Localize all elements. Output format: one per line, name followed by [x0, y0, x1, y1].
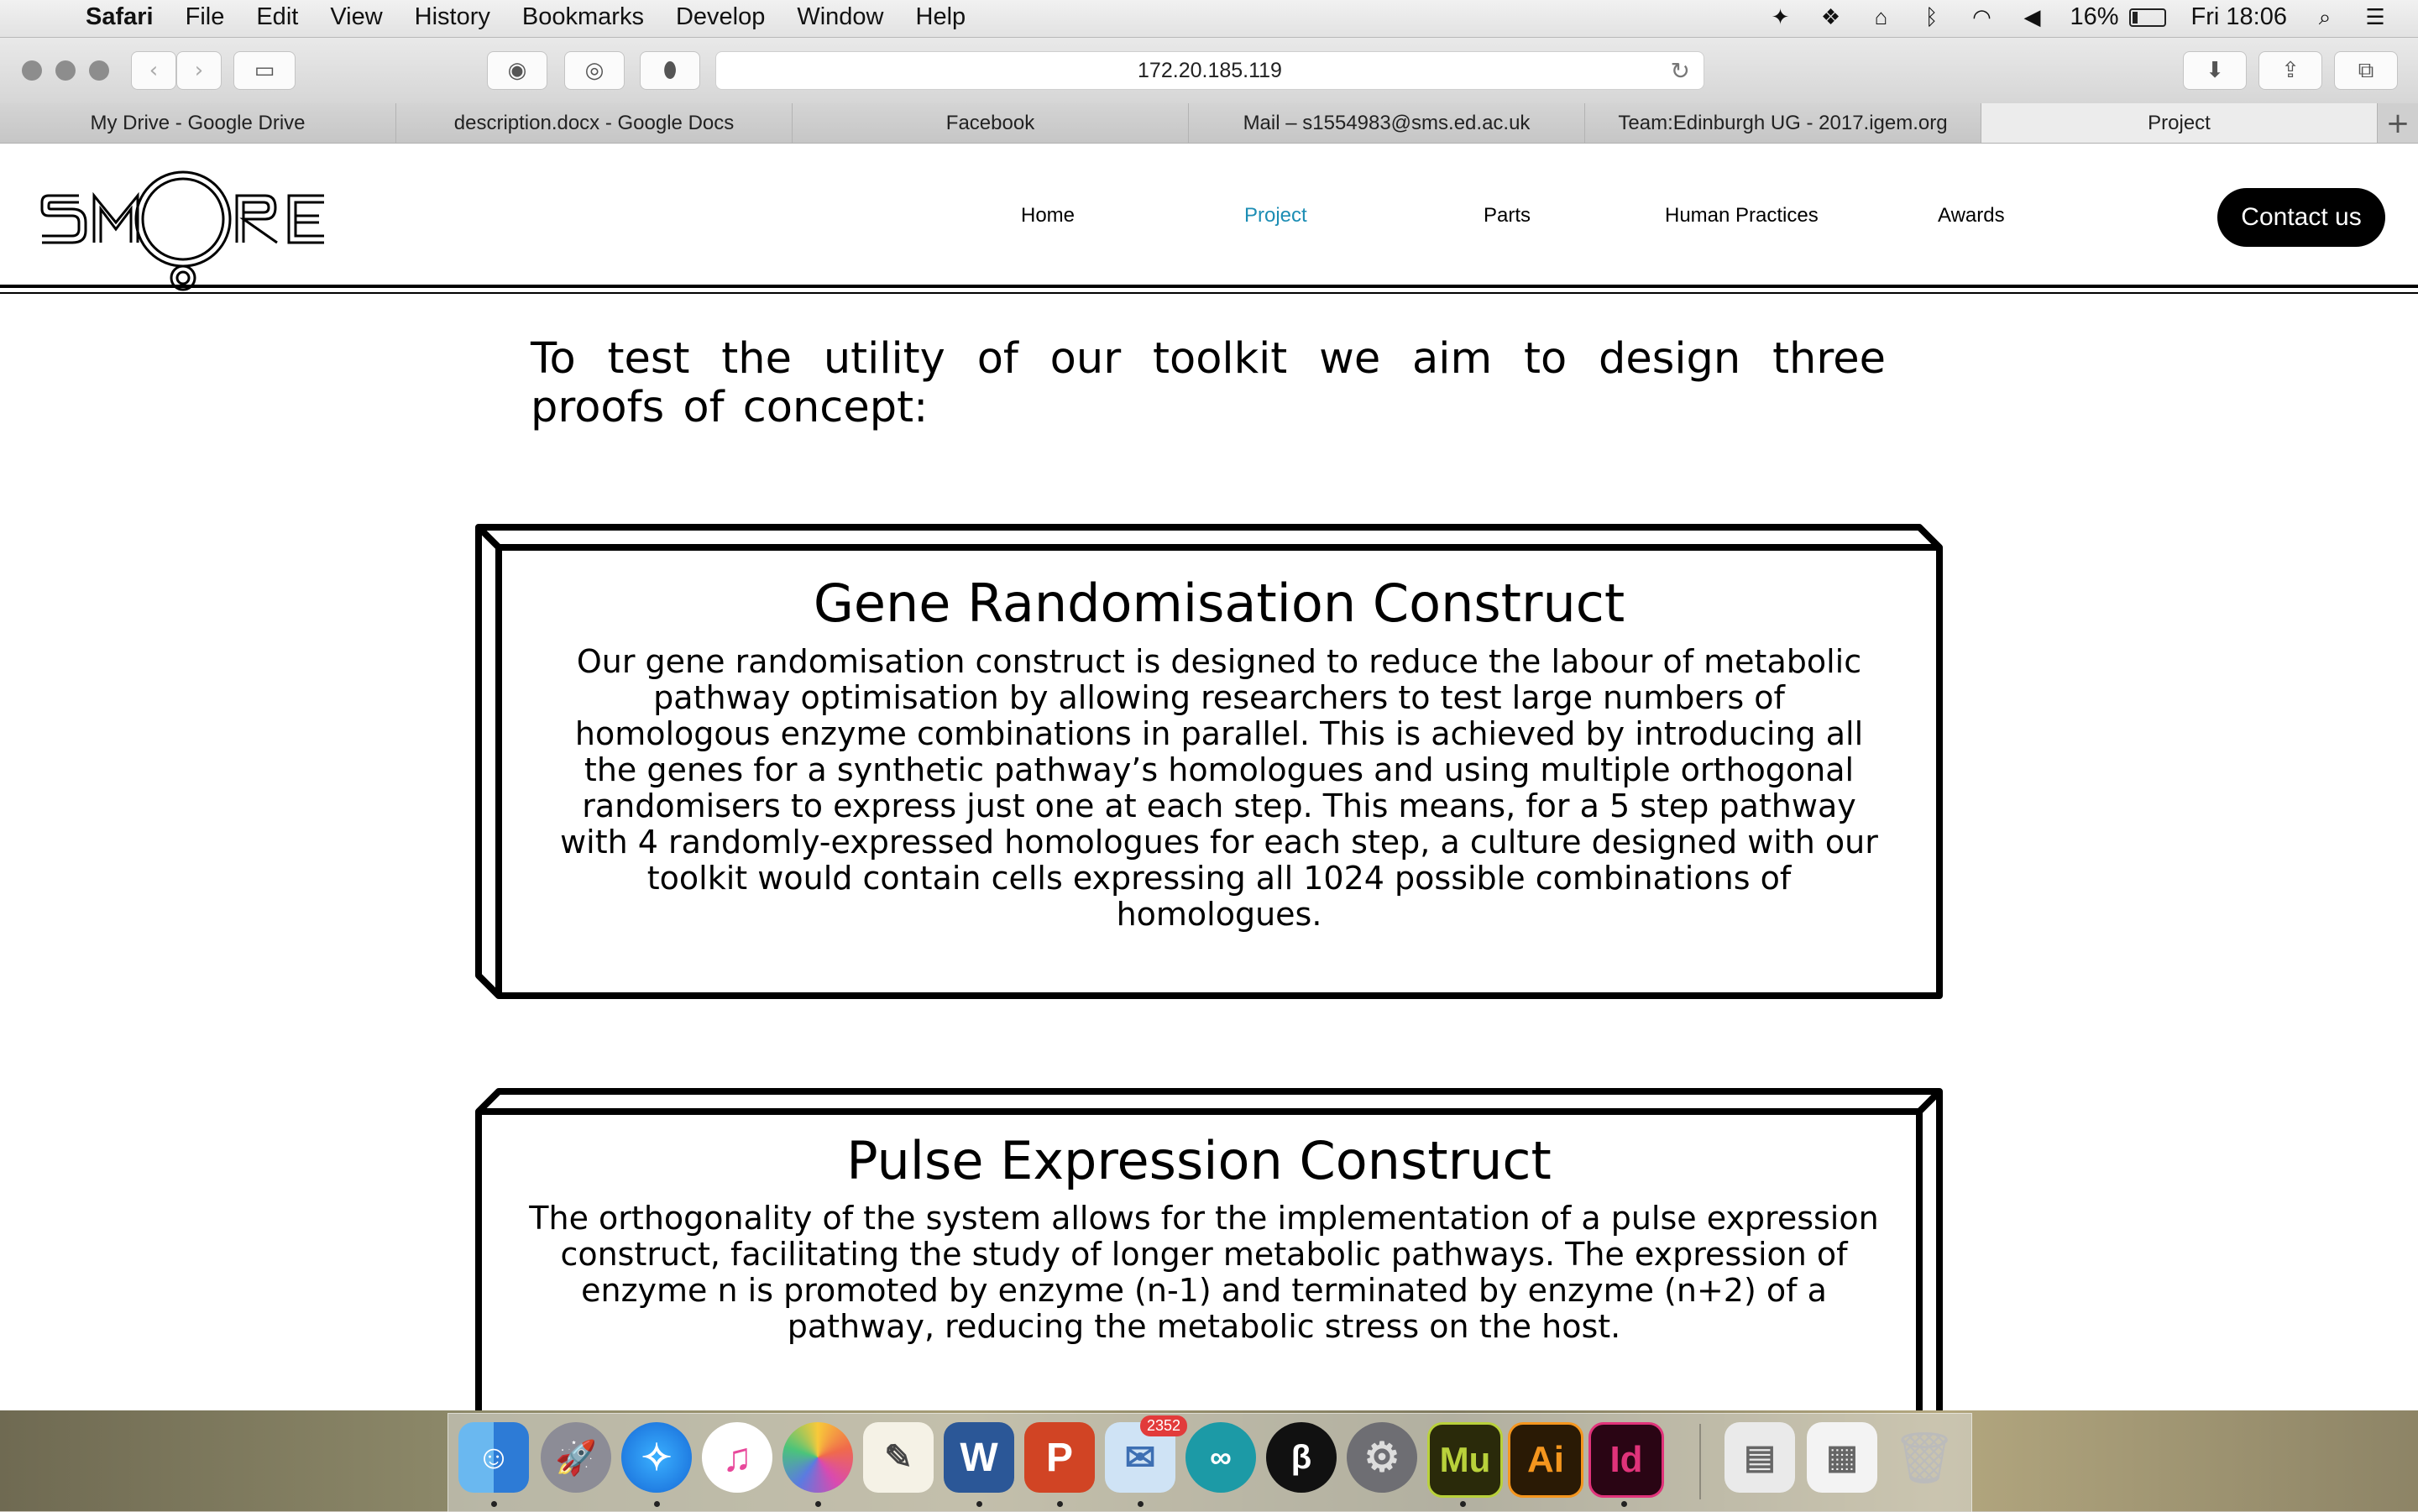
itunes-icon[interactable]: ♫: [702, 1422, 772, 1493]
tab-google-docs[interactable]: description.docx - Google Docs: [396, 103, 793, 143]
downloads-button[interactable]: ⬇: [2183, 51, 2247, 90]
reload-icon[interactable]: ↻: [1671, 57, 1690, 85]
powerpoint-icon[interactable]: P: [1024, 1422, 1095, 1493]
airport-icon[interactable]: ⌂: [1869, 4, 1894, 30]
menu-develop[interactable]: Develop: [676, 3, 765, 31]
system-preferences-icon[interactable]: ⚙: [1347, 1422, 1417, 1493]
nav-parts[interactable]: Parts: [1484, 204, 1531, 228]
mail-icon[interactable]: ✉ 2352: [1105, 1415, 1187, 1493]
tab-project[interactable]: Project: [1981, 103, 2378, 143]
tab-facebook[interactable]: Facebook: [793, 103, 1189, 143]
construct-description: Our gene randomisation construct is desi…: [560, 643, 1878, 933]
menu-bookmarks[interactable]: Bookmarks: [522, 3, 644, 31]
dock-divider: [1699, 1424, 1701, 1499]
finder-icon[interactable]: ☺: [458, 1422, 529, 1493]
share-button[interactable]: ⇪: [2258, 51, 2322, 90]
textedit-icon[interactable]: ✎: [863, 1422, 934, 1493]
menu-bar: Safari File Edit View History Bookmarks …: [0, 0, 2418, 38]
menu-file[interactable]: File: [186, 3, 225, 31]
header-divider: [0, 285, 2418, 288]
construct-description: The orthogonality of the system allows f…: [529, 1200, 1879, 1345]
construct-title: Pulse Expression Construct: [846, 1130, 1552, 1191]
battery-icon[interactable]: [2128, 8, 2166, 27]
new-tab-icon[interactable]: +: [2378, 103, 2418, 143]
construct-card: Gene Randomisation Construct Our gene ra…: [474, 522, 1944, 1001]
forward-button[interactable]: ›: [176, 51, 222, 90]
arduino-icon[interactable]: ∞: [1185, 1422, 1256, 1493]
extension-icon-1[interactable]: ◉: [487, 51, 547, 90]
nav-home[interactable]: Home: [1021, 204, 1075, 228]
launchpad-icon[interactable]: 🚀: [541, 1422, 611, 1493]
tab-mail[interactable]: Mail – s1554983@sms.ed.ac.uk: [1189, 103, 1585, 143]
sidebar-toggle-button[interactable]: ▭: [233, 51, 296, 90]
menu-app-name[interactable]: Safari: [86, 3, 154, 31]
clock[interactable]: Fri 18:06: [2191, 3, 2287, 31]
photos-icon[interactable]: [782, 1422, 853, 1493]
construct-card: Pulse Expression Construct The orthogona…: [474, 1086, 1944, 1410]
menu-view[interactable]: View: [330, 3, 382, 31]
intro-text: To test the utility of our toolkit we ai…: [531, 334, 1886, 432]
trash-icon[interactable]: 🗑: [1889, 1422, 1960, 1493]
browser-toolbar: ‹ › ▭ ◉ ◎ ⬮ 172.20.185.119 ↻ ⬇ ⇪ ⧉: [0, 38, 2418, 103]
wifi-icon[interactable]: ◠: [1970, 4, 1995, 30]
smore-logo-icon: [40, 170, 324, 291]
tab-igem[interactable]: Team:Edinburgh UG - 2017.igem.org: [1585, 103, 1981, 143]
web-page: Home Project Parts Human Practices Award…: [0, 144, 2418, 1410]
minimize-window-button[interactable]: [55, 60, 76, 81]
dropbox-icon[interactable]: ❖: [1819, 4, 1844, 30]
nav-awards[interactable]: Awards: [1938, 204, 2005, 228]
spotlight-icon[interactable]: ⌕: [2312, 4, 2337, 30]
show-tabs-button[interactable]: ⧉: [2334, 51, 2398, 90]
tab-bar: My Drive - Google Drive description.docx…: [0, 103, 2418, 144]
tab-google-drive[interactable]: My Drive - Google Drive: [0, 103, 396, 143]
nav-project[interactable]: Project: [1244, 204, 1307, 228]
site-logo[interactable]: [39, 170, 332, 300]
notification-center-icon[interactable]: ☰: [2363, 4, 2388, 30]
extension-icon-3[interactable]: ⬮: [640, 51, 700, 90]
contact-us-button[interactable]: Contact us: [2217, 188, 2385, 247]
menu-help[interactable]: Help: [916, 3, 966, 31]
status-app-icon[interactable]: ✦: [1768, 4, 1793, 30]
indesign-icon[interactable]: Id: [1588, 1422, 1664, 1498]
header-divider-thin: [0, 292, 2418, 294]
safari-icon[interactable]: ✧: [621, 1422, 692, 1493]
illustrator-icon[interactable]: Ai: [1508, 1422, 1583, 1498]
extension-icon-2[interactable]: ◎: [564, 51, 625, 90]
downloads-stack-icon[interactable]: ▦: [1807, 1422, 1877, 1493]
battery-percent: 16%: [2070, 3, 2119, 30]
menu-edit[interactable]: Edit: [256, 3, 298, 31]
fiji-icon[interactable]: β: [1266, 1422, 1337, 1493]
back-button[interactable]: ‹: [131, 51, 176, 90]
close-window-button[interactable]: [22, 60, 42, 81]
menu-window[interactable]: Window: [797, 3, 883, 31]
menu-history[interactable]: History: [415, 3, 490, 31]
url-text: 172.20.185.119: [1138, 58, 1282, 82]
site-header: Home Project Parts Human Practices Award…: [0, 144, 2418, 291]
address-bar[interactable]: 172.20.185.119 ↻: [715, 51, 1704, 90]
documents-stack-icon[interactable]: ▤: [1725, 1422, 1795, 1493]
word-icon[interactable]: W: [944, 1422, 1014, 1493]
mail-badge: 2352: [1139, 1415, 1187, 1436]
dock: ☺ 🚀 ✧ ♫ ✎ W P ✉ 2352 ∞ β ⚙ Mu Ai Id ▤ ▦ …: [447, 1413, 1972, 1512]
bluetooth-icon[interactable]: ᛒ: [1919, 4, 1944, 30]
volume-icon[interactable]: ◀: [2020, 4, 2045, 30]
zoom-window-button[interactable]: [89, 60, 109, 81]
nav-human-practices[interactable]: Human Practices: [1665, 204, 1819, 228]
construct-title: Gene Randomisation Construct: [813, 573, 1625, 634]
muse-icon[interactable]: Mu: [1427, 1422, 1503, 1498]
